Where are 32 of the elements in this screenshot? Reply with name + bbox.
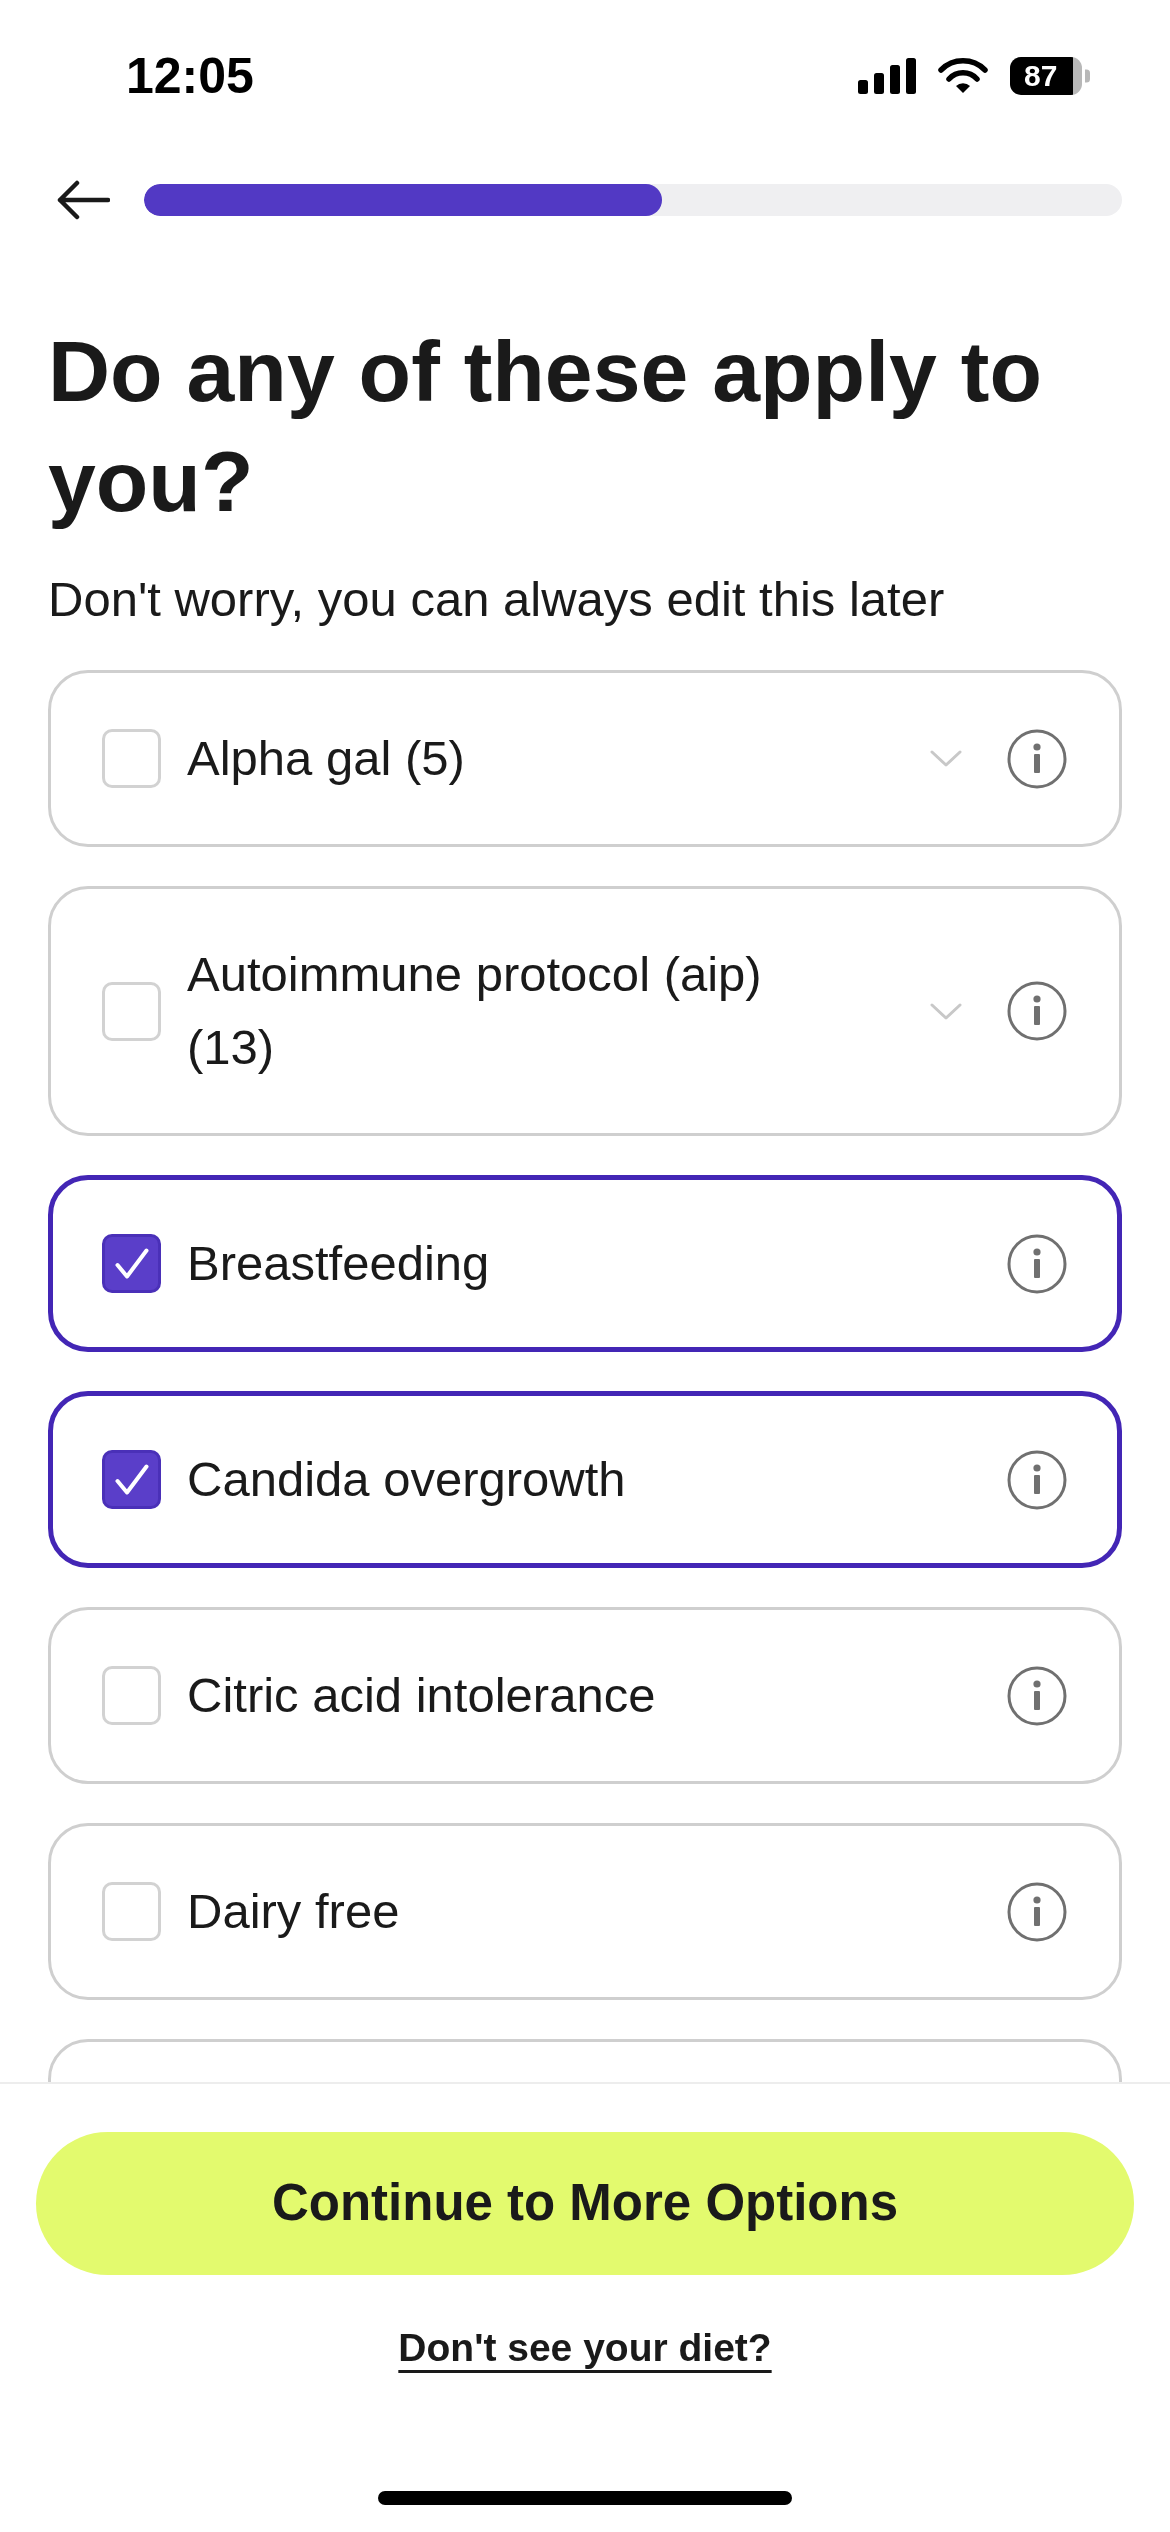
option-label: Alpha gal (5) bbox=[187, 730, 466, 787]
option-label: Citric acid intolerance bbox=[187, 1667, 657, 1724]
option-label: Candida overgrowth bbox=[187, 1451, 627, 1508]
checkbox[interactable] bbox=[102, 1234, 161, 1293]
info-icon[interactable] bbox=[1007, 1881, 1067, 1942]
diet-help-link[interactable]: Don't see your diet? bbox=[398, 2322, 772, 2374]
option-card[interactable]: Citric acid intolerance bbox=[48, 1607, 1122, 1784]
option-card[interactable]: Alpha gal (5) bbox=[48, 670, 1122, 847]
checkmark-icon bbox=[114, 1464, 149, 1495]
signal-icon bbox=[858, 58, 916, 94]
info-icon[interactable] bbox=[1007, 981, 1067, 1041]
option-label: Autoimmune protocol (aip) (13) bbox=[187, 946, 763, 1076]
option-card[interactable]: Breastfeeding bbox=[48, 1175, 1122, 1352]
checkbox[interactable] bbox=[102, 1450, 161, 1509]
continue-button[interactable]: Continue to More Options bbox=[36, 2132, 1134, 2275]
option-card[interactable]: Autoimmune protocol (aip) (13) bbox=[48, 886, 1122, 1136]
page-subtitle: Don't worry, you can always edit this later bbox=[47, 571, 946, 627]
option-card[interactable]: Candida overgrowth bbox=[48, 1391, 1122, 1568]
battery-icon bbox=[1010, 57, 1090, 95]
battery-percentage: 87 bbox=[1024, 61, 1058, 91]
option-label: Breastfeeding bbox=[187, 1235, 491, 1292]
back-arrow-icon[interactable] bbox=[56, 180, 110, 220]
checkmark-icon bbox=[114, 1248, 149, 1279]
page-title: Do any of these apply to you? bbox=[47, 322, 1043, 531]
info-icon[interactable] bbox=[1007, 1665, 1067, 1726]
info-icon[interactable] bbox=[1007, 1449, 1067, 1510]
option-card[interactable]: Dairy free bbox=[48, 1823, 1122, 2000]
status-time: 12:05 bbox=[126, 51, 254, 101]
wifi-icon bbox=[938, 58, 988, 94]
info-icon[interactable] bbox=[1007, 1233, 1067, 1294]
info-icon[interactable] bbox=[1007, 728, 1067, 789]
option-label: Dairy free bbox=[187, 1883, 401, 1940]
